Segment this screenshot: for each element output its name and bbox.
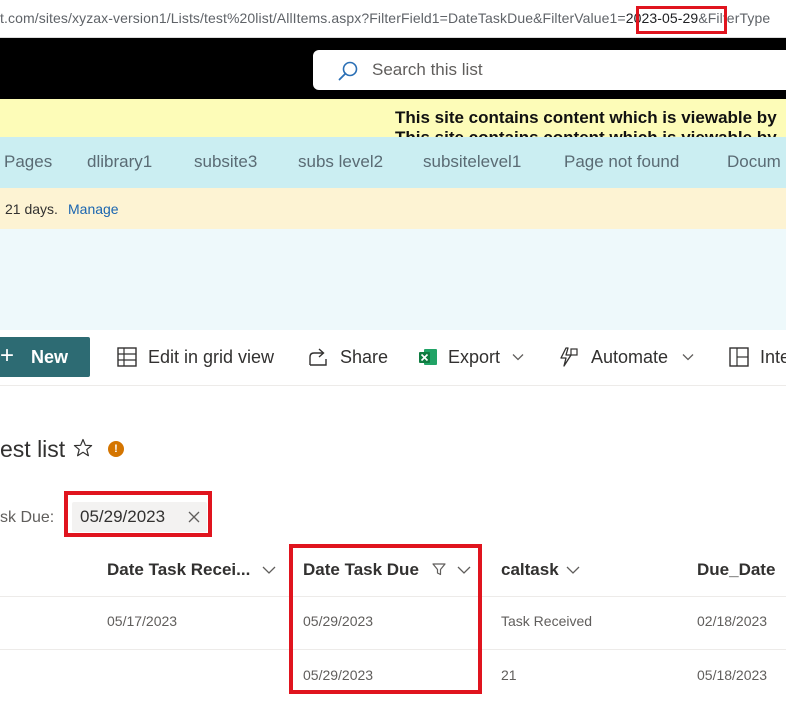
hub-nav-subsite3[interactable]: subsite3 xyxy=(194,152,257,172)
hub-nav-page-not-found[interactable]: Page not found xyxy=(564,152,679,172)
hub-navigation: Pages dlibrary1 subsite3 subs level2 sub… xyxy=(0,137,786,188)
info-icon[interactable]: ! xyxy=(108,441,124,457)
new-button[interactable]: + New xyxy=(0,337,90,377)
suite-bar: Search this list xyxy=(0,38,786,99)
command-bar: + New Edit in grid view Share Export Aut… xyxy=(0,330,786,386)
column-highlight-box xyxy=(289,544,482,694)
automate-button[interactable]: Automate xyxy=(557,345,697,371)
url-highlight-box xyxy=(636,6,727,34)
cell-due-date: 05/18/2023 xyxy=(697,667,768,683)
column-header-date-task-received[interactable]: Date Task Recei... xyxy=(107,560,250,580)
new-button-label: New xyxy=(31,347,69,367)
share-icon xyxy=(309,348,327,366)
grid-icon xyxy=(117,347,137,367)
notice-text: 21 days. xyxy=(5,201,58,217)
share-button[interactable]: Share xyxy=(307,345,389,371)
integrate-icon xyxy=(729,347,749,367)
share-label: Share xyxy=(340,347,389,367)
filter-highlight-box xyxy=(64,491,212,537)
address-bar[interactable]: t.com/sites/xyzax-version1/Lists/test%20… xyxy=(0,0,786,38)
edit-grid-view-button[interactable]: Edit in grid view xyxy=(116,345,281,371)
column-header-due-date[interactable]: Due_Date xyxy=(697,560,775,580)
cell-due-date: 02/18/2023 xyxy=(697,613,768,629)
automate-label: Automate xyxy=(591,347,669,367)
excel-icon xyxy=(419,349,437,365)
cell-date-task-received: 05/17/2023 xyxy=(107,613,178,629)
chevron-down-icon[interactable] xyxy=(261,562,277,578)
search-placeholder: Search this list xyxy=(372,60,483,79)
filter-label: sk Due: xyxy=(0,509,55,526)
hub-nav-dlibrary1[interactable]: dlibrary1 xyxy=(87,152,152,172)
banner-message-duplicate: This site contains content which is view… xyxy=(395,128,777,137)
cell-caltask: 21 xyxy=(501,667,517,683)
trial-notice: 21 days. Manage xyxy=(0,188,786,229)
url-prefix: t.com/sites/xyzax-version1/Lists/test%20… xyxy=(0,10,626,26)
integrate-label: Inte xyxy=(760,347,786,367)
edit-grid-view-label: Edit in grid view xyxy=(148,347,275,367)
automate-icon xyxy=(560,347,578,367)
hub-nav-documents[interactable]: Docum xyxy=(727,152,781,172)
search-icon xyxy=(338,61,358,81)
hub-nav-subsitelevel1[interactable]: subsitelevel1 xyxy=(423,152,521,172)
chevron-down-icon[interactable] xyxy=(565,562,581,578)
search-box[interactable]: Search this list xyxy=(313,50,786,90)
star-icon[interactable] xyxy=(72,437,94,459)
site-header-band xyxy=(0,229,786,330)
cell-caltask: Task Received xyxy=(501,613,593,629)
integrate-button[interactable]: Inte xyxy=(728,345,786,371)
chevron-down-icon xyxy=(682,354,694,361)
manage-link[interactable]: Manage xyxy=(68,201,119,217)
export-label: Export xyxy=(448,347,501,367)
column-header-caltask[interactable]: caltask xyxy=(501,560,559,580)
export-button[interactable]: Export xyxy=(417,345,527,371)
banner-message: This site contains content which is view… xyxy=(395,108,777,127)
plus-icon: + xyxy=(0,342,15,369)
list-title: est list xyxy=(0,436,66,462)
chevron-down-icon xyxy=(512,354,524,361)
site-banner: This site contains content which is view… xyxy=(0,99,786,137)
hub-nav-pages[interactable]: Pages xyxy=(4,152,52,172)
hub-nav-subs-level2[interactable]: subs level2 xyxy=(298,152,383,172)
